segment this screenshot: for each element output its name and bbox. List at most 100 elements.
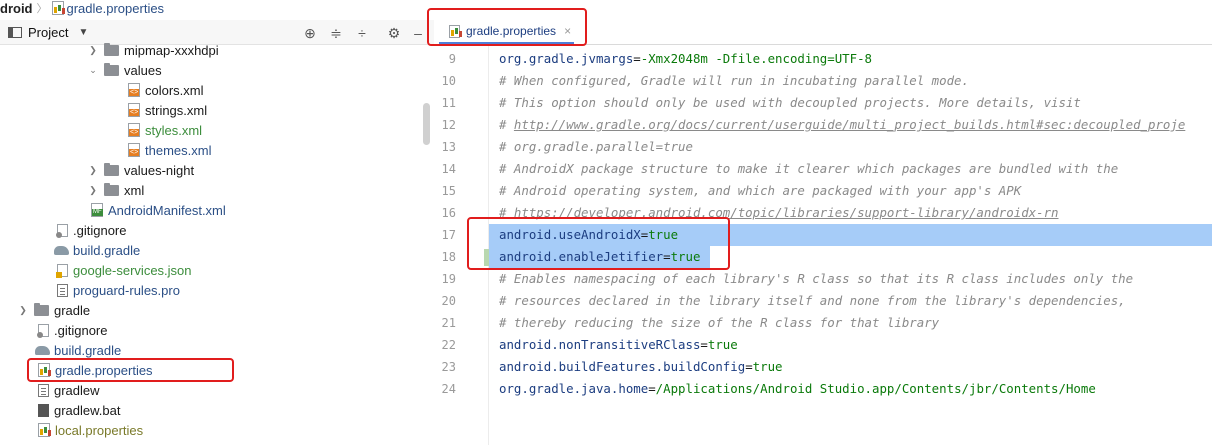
code-line[interactable]: # Enables namespacing of each library's …	[499, 271, 1133, 286]
folder-icon	[104, 42, 119, 56]
json-file-icon	[56, 263, 68, 278]
line-number: 23	[441, 360, 456, 374]
project-view-selector[interactable]: Project	[28, 25, 68, 40]
chevron-down-icon[interactable]: ▼	[78, 27, 88, 38]
editor-tab-bar: gradle.properties ×	[434, 20, 1212, 45]
tree-scrollbar[interactable]	[423, 103, 430, 145]
xml-file-icon	[128, 123, 140, 137]
code-line[interactable]: android.enableJetifier=true	[499, 249, 700, 264]
line-number: 14	[441, 162, 456, 176]
tree-item-google-services-json[interactable]: google-services.json	[56, 260, 192, 280]
tree-item-androidmanifest[interactable]: AndroidManifest.xml	[91, 200, 226, 220]
tree-item-local-properties[interactable]: local.properties	[38, 420, 143, 440]
chevron-right-icon[interactable]: ❯	[88, 45, 98, 56]
line-number: 21	[441, 316, 456, 330]
properties-file-icon	[449, 24, 460, 38]
expand-all-icon[interactable]: ≑	[328, 25, 344, 41]
breadcrumb-separator-icon: 〉	[36, 3, 48, 15]
gitignore-file-icon	[37, 323, 49, 338]
tree-item-build-gradle-root[interactable]: build.gradle	[35, 340, 121, 360]
change-marker	[484, 249, 489, 266]
folder-icon	[34, 302, 49, 316]
gradle-elephant-icon	[35, 345, 50, 355]
line-number: 16	[441, 206, 456, 220]
bat-file-icon	[38, 403, 49, 417]
breadcrumb-project[interactable]: droid	[0, 1, 33, 16]
ide-window: droid 〉 gradle.properties Project ▼ ⊕ ≑ …	[0, 0, 1212, 445]
code-line[interactable]: # http://www.gradle.org/docs/current/use…	[499, 117, 1185, 132]
tree-item-proguard-rules[interactable]: proguard-rules.pro	[57, 280, 180, 300]
line-number: 9	[448, 52, 456, 66]
xml-file-icon	[128, 103, 140, 117]
chevron-right-icon[interactable]: ❯	[18, 305, 28, 316]
close-icon[interactable]: ×	[564, 24, 571, 38]
text-file-icon	[38, 383, 49, 397]
properties-file-icon	[38, 363, 50, 377]
folder-icon	[104, 162, 119, 176]
gradle-elephant-icon	[54, 245, 69, 255]
properties-file-icon	[51, 1, 64, 15]
manifest-file-icon	[91, 203, 103, 217]
code-line[interactable]: org.gradle.jvmargs=-Xmx2048m -Dfile.enco…	[499, 51, 872, 66]
breadcrumb-file[interactable]: gradle.properties	[67, 1, 165, 16]
line-number: 22	[441, 338, 456, 352]
code-line[interactable]: # When configured, Gradle will run in in…	[499, 73, 969, 88]
line-number: 20	[441, 294, 456, 308]
folder-icon	[104, 182, 119, 196]
collapse-all-icon[interactable]: ÷	[354, 25, 370, 41]
project-tree: ❯ mipmap-xxxhdpi ⌄ values colors.xml str…	[0, 42, 420, 445]
xml-file-icon	[128, 83, 140, 97]
tree-item-gitignore-root[interactable]: .gitignore	[37, 320, 107, 340]
minimize-icon[interactable]: –	[410, 25, 426, 41]
chevron-right-icon[interactable]: ❯	[88, 165, 98, 176]
doc-link[interactable]: https://developer.android.com/topic/libr…	[514, 205, 1059, 220]
code-line[interactable]: # thereby reducing the size of the R cla…	[499, 315, 939, 330]
breadcrumb: droid 〉 gradle.properties	[0, 0, 434, 16]
line-number: 17	[441, 228, 456, 242]
tree-item-strings-xml[interactable]: strings.xml	[128, 100, 207, 120]
tree-item-values[interactable]: ⌄ values	[88, 60, 162, 80]
tab-gradle-properties[interactable]: gradle.properties ×	[439, 20, 574, 45]
tree-item-themes-xml[interactable]: themes.xml	[128, 140, 211, 160]
code-line[interactable]: # resources declared in the library itse…	[499, 293, 1126, 308]
code-line[interactable]: android.nonTransitiveRClass=true	[499, 337, 738, 352]
tree-item-mipmap-xxxhdpi[interactable]: ❯ mipmap-xxxhdpi	[88, 40, 219, 60]
tree-item-values-night[interactable]: ❯ values-night	[88, 160, 194, 180]
code-line[interactable]: android.useAndroidX=true	[499, 227, 678, 242]
tree-item-xml[interactable]: ❯ xml	[88, 180, 144, 200]
tree-item-gradlew[interactable]: gradlew	[38, 380, 100, 400]
crosshair-icon[interactable]: ⊕	[302, 25, 318, 41]
tab-label: gradle.properties	[466, 24, 557, 38]
tree-item-build-gradle-app[interactable]: build.gradle	[54, 240, 140, 260]
xml-file-icon	[128, 143, 140, 157]
gitignore-file-icon	[56, 223, 68, 238]
tree-item-gradle-folder[interactable]: ❯ gradle	[18, 300, 90, 320]
line-number: 15	[441, 184, 456, 198]
folder-icon	[104, 62, 119, 76]
line-number: 24	[441, 382, 456, 396]
line-number: 10	[441, 74, 456, 88]
project-panel-icon	[8, 26, 22, 38]
doc-link[interactable]: http://www.gradle.org/docs/current/userg…	[514, 117, 1185, 132]
line-number: 18	[441, 250, 456, 264]
tree-item-gradle-properties[interactable]: gradle.properties	[38, 360, 153, 380]
gear-icon[interactable]: ⚙	[386, 25, 402, 41]
line-number: 12	[441, 118, 456, 132]
tree-item-colors-xml[interactable]: colors.xml	[128, 80, 204, 100]
properties-file-icon	[38, 423, 50, 437]
code-line[interactable]: # AndroidX package structure to make it …	[499, 161, 1118, 176]
tree-item-styles-xml[interactable]: styles.xml	[128, 120, 202, 140]
chevron-right-icon[interactable]: ❯	[88, 185, 98, 196]
text-file-icon	[57, 283, 68, 297]
code-line[interactable]: # org.gradle.parallel=true	[499, 139, 693, 154]
code-line[interactable]: android.buildFeatures.buildConfig=true	[499, 359, 783, 374]
code-line[interactable]: # https://developer.android.com/topic/li…	[499, 205, 1059, 220]
code-line[interactable]: # This option should only be used with d…	[499, 95, 1081, 110]
line-number: 11	[441, 96, 456, 110]
code-line[interactable]: org.gradle.java.home=/Applications/Andro…	[499, 381, 1096, 396]
code-line[interactable]: # Android operating system, and which ar…	[499, 183, 1021, 198]
line-number: 13	[441, 140, 456, 154]
chevron-down-icon[interactable]: ⌄	[88, 65, 98, 76]
tree-item-gradlew-bat[interactable]: gradlew.bat	[38, 400, 121, 420]
tree-item-gitignore-app[interactable]: .gitignore	[56, 220, 126, 240]
